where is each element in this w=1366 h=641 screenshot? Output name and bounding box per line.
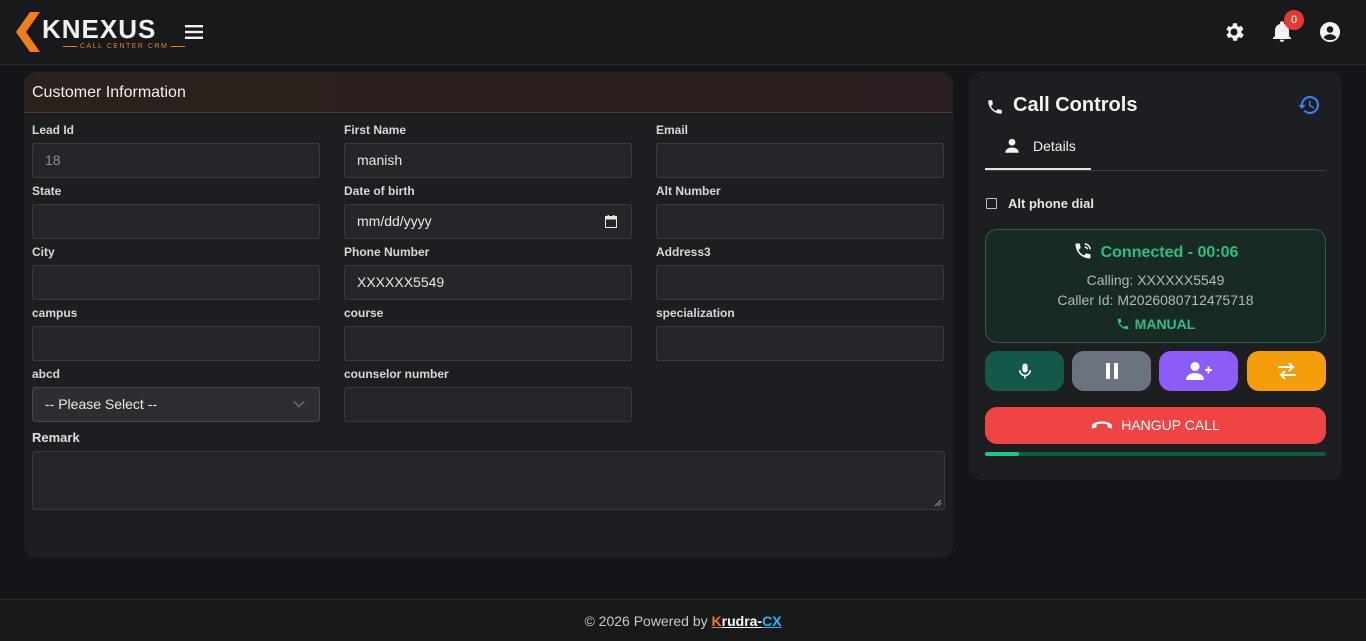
first-name-label: First Name	[344, 123, 407, 137]
lead-id-label: Lead Id	[32, 123, 75, 137]
gear-icon[interactable]	[1222, 20, 1246, 44]
person-icon	[1005, 138, 1019, 153]
user-plus-icon	[1185, 362, 1212, 380]
brand-link-cx[interactable]: CX	[762, 613, 781, 629]
history-icon[interactable]	[1297, 93, 1321, 117]
phone-icon	[1117, 318, 1128, 330]
hangup-button[interactable]: HANGUP CALL	[985, 407, 1326, 444]
dob-value: mm/dd/yyyy	[357, 213, 432, 229]
pause-icon	[1105, 363, 1118, 379]
city-field[interactable]	[32, 265, 320, 300]
abcd-select[interactable]: -- Please Select --	[32, 387, 320, 422]
logo-text: KNEXUS	[42, 14, 157, 44]
calendar-icon[interactable]	[605, 215, 617, 228]
lead-id-field[interactable]: 18	[32, 143, 320, 178]
specialization-field[interactable]	[656, 326, 944, 361]
dob-label: Date of birth	[344, 184, 415, 198]
notification-badge: 0	[1284, 10, 1304, 30]
phone-in-talk-icon	[1075, 243, 1091, 259]
address3-label: Address3	[656, 245, 711, 259]
transfer-arrows-icon	[1277, 362, 1296, 380]
alt-phone-dial-checkbox[interactable]	[986, 198, 997, 209]
dial-mode-text: MANUAL	[1134, 316, 1196, 332]
campus-field[interactable]	[32, 326, 320, 361]
campus-label: campus	[32, 306, 78, 320]
resize-grip-icon[interactable]	[934, 499, 942, 507]
call-progress-bar	[985, 452, 1326, 456]
alt-phone-dial-label[interactable]: Alt phone dial	[1008, 196, 1094, 211]
microphone-icon	[1018, 363, 1031, 379]
state-label: State	[32, 184, 62, 198]
hold-button[interactable]	[1072, 351, 1151, 391]
course-label: course	[344, 306, 384, 320]
transfer-button[interactable]	[1247, 351, 1326, 391]
call-progress-fill	[985, 452, 1020, 456]
dial-mode: MANUAL	[986, 316, 1325, 332]
add-participant-button[interactable]	[1159, 351, 1238, 391]
alt-number-label: Alt Number	[656, 184, 721, 198]
remark-label: Remark	[32, 430, 80, 445]
call-status-text: Connected - 00:06	[1100, 244, 1239, 261]
logo-subtitle: CALL CENTER CRM	[60, 43, 188, 51]
email-label: Email	[656, 123, 689, 137]
logo[interactable]: KNEXUS CALL CENTER CRM	[16, 12, 167, 52]
city-label: City	[32, 245, 55, 259]
call-controls-title: Call Controls	[1013, 94, 1138, 116]
phone-icon	[988, 100, 1002, 114]
remark-textarea[interactable]	[32, 451, 945, 510]
caller-id: Caller Id: M2026080712475718	[1057, 292, 1254, 308]
phone-number-field[interactable]: XXXXXX5549	[344, 265, 632, 300]
address3-field[interactable]	[656, 265, 944, 300]
email-field[interactable]	[656, 143, 944, 178]
call-controls-card: Call Controls Details Alt phone dial Con…	[969, 72, 1342, 480]
alt-number-field[interactable]	[656, 204, 944, 239]
dob-field[interactable]: mm/dd/yyyy	[344, 204, 632, 239]
counselor-number-label: counselor number	[344, 367, 449, 381]
call-status: Connected - 00:06	[986, 241, 1325, 262]
customer-information-card: Customer Information Lead Id 18 First Na…	[24, 72, 953, 558]
customer-card-header: Customer Information	[24, 72, 953, 113]
calling-number: Calling: XXXXXX5549	[1086, 272, 1225, 288]
abcd-select-value: -- Please Select --	[45, 396, 158, 412]
tab-details-label: Details	[1033, 138, 1076, 154]
menu-icon[interactable]	[183, 21, 205, 43]
course-field[interactable]	[344, 326, 632, 361]
first-name-field[interactable]: manish	[344, 143, 632, 178]
tab-divider	[985, 170, 1326, 171]
mute-button[interactable]	[985, 351, 1064, 391]
logo-chevron-icon	[16, 12, 40, 52]
phone-number-label: Phone Number	[344, 245, 430, 259]
chevron-down-icon	[293, 401, 305, 408]
customer-card-title: Customer Information	[32, 84, 186, 101]
hangup-label: HANGUP CALL	[1121, 417, 1220, 433]
hangup-icon	[1092, 421, 1113, 429]
call-status-panel: Connected - 00:06 Calling: XXXXXX5549 Ca…	[985, 229, 1326, 343]
state-field[interactable]	[32, 204, 320, 239]
top-bar: KNEXUS CALL CENTER CRM 0	[0, 0, 1366, 65]
tab-details[interactable]: Details	[985, 130, 1091, 170]
abcd-label: abcd	[32, 367, 61, 381]
counselor-number-field[interactable]	[344, 387, 632, 422]
footer: © 2026 Powered by Krudra-CX	[0, 599, 1366, 641]
specialization-label: specialization	[656, 306, 735, 320]
brand-link-k[interactable]: K	[712, 613, 722, 629]
footer-text: © 2026 Powered by	[584, 613, 712, 629]
user-circle-icon[interactable]	[1318, 20, 1342, 44]
brand-link-rest[interactable]: rudra-	[722, 613, 762, 629]
